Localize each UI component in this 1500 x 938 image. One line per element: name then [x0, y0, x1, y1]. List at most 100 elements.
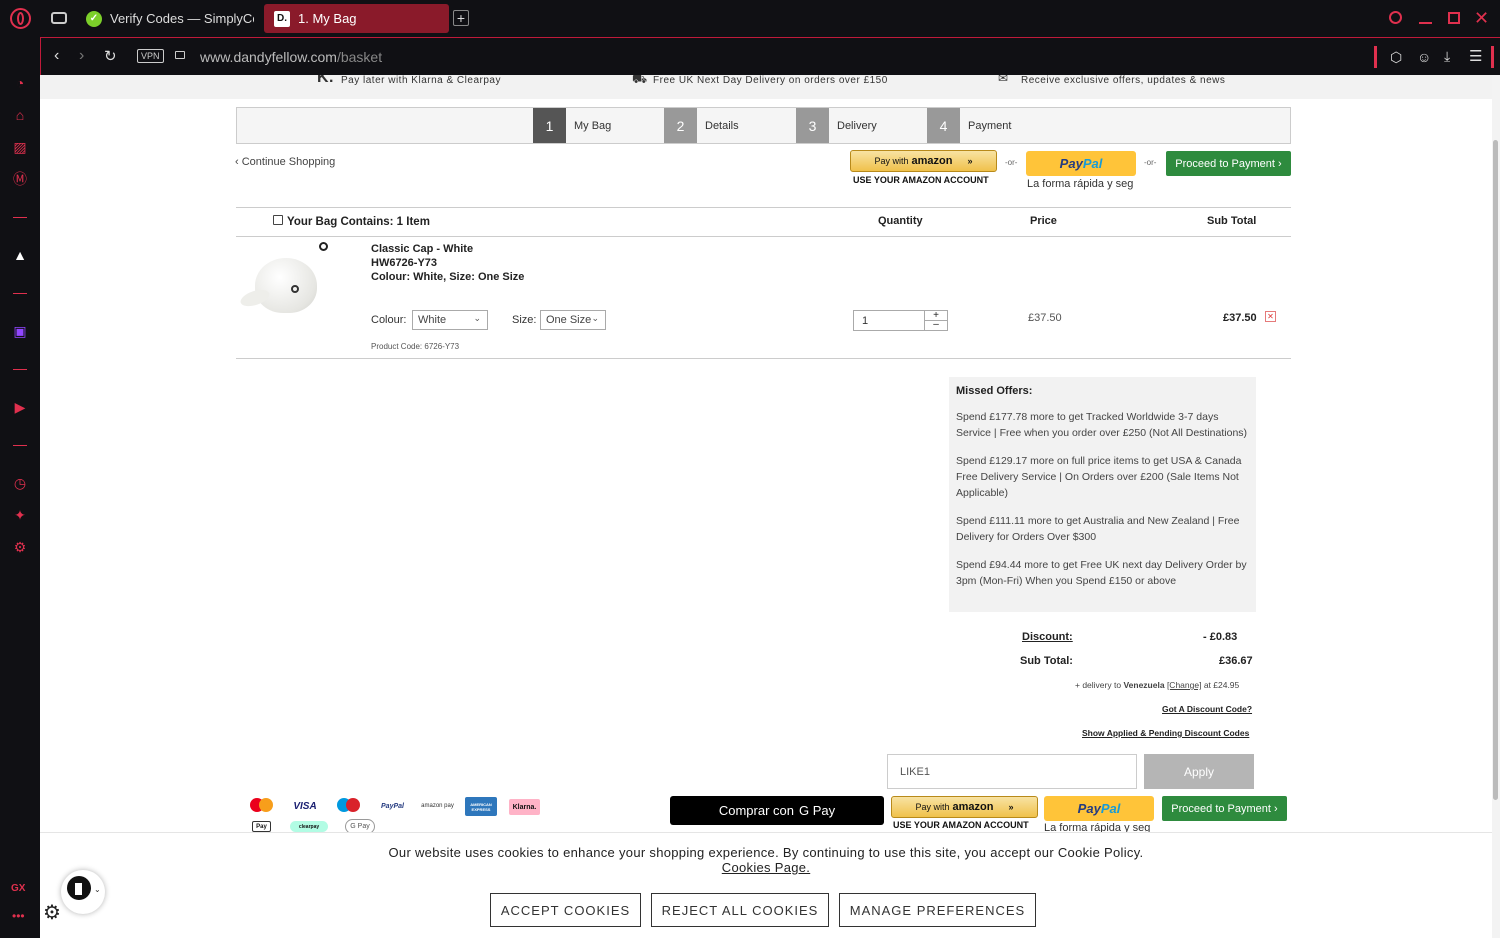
chevron-down-icon: ⌄ — [473, 313, 481, 323]
back-icon[interactable]: ‹ — [54, 47, 59, 65]
scrollbar-thumb[interactable] — [1493, 140, 1498, 800]
easy-setup-icon[interactable]: ☰ — [1469, 47, 1482, 65]
step-payment[interactable]: 4 Payment — [927, 108, 1011, 143]
step-label: Delivery — [837, 119, 877, 132]
got-discount-code-link[interactable]: Got A Discount Code? — [1162, 704, 1252, 714]
messenger-icon[interactable]: Ⓜ — [11, 170, 29, 188]
workspace-icon[interactable] — [51, 12, 67, 24]
google-pay-button[interactable]: Comprar con G Pay — [670, 796, 884, 825]
accent-divider — [1374, 46, 1377, 68]
discount-code-input[interactable] — [887, 754, 1137, 789]
show-discount-codes-link[interactable]: Show Applied & Pending Discount Codes — [1082, 728, 1249, 738]
promo-delivery: Free UK Next Day Delivery on orders over… — [653, 75, 888, 86]
download-icon[interactable]: ⤓ — [1444, 48, 1450, 65]
amazon-sub-label: USE YOUR AMAZON ACCOUNT — [893, 820, 1029, 830]
step-number: 2 — [664, 108, 697, 143]
aria-icon[interactable]: ▲ — [11, 246, 29, 264]
speed-dial-icon[interactable]: ◔ — [11, 74, 29, 92]
zoom-icon[interactable] — [319, 242, 328, 251]
product-image[interactable] — [238, 255, 330, 320]
step-number: 1 — [533, 108, 566, 143]
settings-icon[interactable]: ⚙ — [11, 538, 29, 556]
tab-verify-codes[interactable]: ✓ Verify Codes — SimplyCo — [76, 4, 254, 33]
proceed-to-payment-button-bottom[interactable]: Proceed to Payment › — [1162, 796, 1287, 821]
colour-select[interactable]: White ⌄ — [412, 310, 488, 330]
double-chevron-icon: » — [967, 156, 973, 166]
size-select[interactable]: One Size ⌄ — [540, 310, 606, 330]
apply-discount-button[interactable]: Apply — [1144, 754, 1254, 789]
remove-item-icon[interactable]: ✕ — [1265, 311, 1276, 322]
step-label: My Bag — [574, 119, 612, 132]
gpay-brand: G Pay — [799, 803, 836, 818]
gx-control-icon[interactable]: ⌂ — [11, 106, 29, 124]
amazon-pay-prefix: Pay with — [874, 156, 909, 166]
player-icon[interactable]: ▶ — [11, 398, 29, 416]
reload-icon[interactable]: ↻ — [104, 47, 117, 65]
extensions-sidebar-icon[interactable]: ✦ — [11, 506, 29, 524]
delivery-suffix: at £24.95 — [1203, 680, 1240, 690]
step-details[interactable]: 2 Details — [664, 108, 739, 143]
subtotal-label: Sub Total: — [1020, 655, 1073, 667]
item-name[interactable]: Classic Cap - White — [371, 243, 473, 255]
paypal-button-bottom[interactable]: Pay Pal — [1044, 796, 1154, 821]
maestro-icon — [335, 796, 362, 813]
discount-value: - £0.83 — [1203, 631, 1238, 643]
forward-icon[interactable]: › — [79, 47, 84, 65]
accessibility-widget[interactable]: ⌄ — [61, 870, 105, 914]
amazon-pay-button[interactable]: Pay with amazon » — [850, 150, 997, 172]
amazon-pay-button-bottom[interactable]: Pay with amazon » — [891, 796, 1038, 818]
history-icon[interactable]: ◷ — [11, 474, 29, 492]
search-tabs-icon[interactable] — [1389, 11, 1402, 24]
tab-my-bag[interactable]: D. 1. My Bag — [264, 4, 449, 33]
twitch-icon[interactable]: ▣ — [11, 322, 29, 340]
minimize-icon[interactable] — [1419, 22, 1432, 24]
paypal-sub-label: La forma rápida y seg — [1027, 178, 1134, 190]
more-icon[interactable]: ••• — [12, 909, 25, 923]
extensions-icon[interactable]: ⬡ — [1390, 49, 1402, 66]
chevron-down-icon: ⌄ — [94, 885, 101, 894]
missed-offers-panel: Missed Offers: Spend £177.78 more to get… — [949, 377, 1256, 612]
cookies-page-link[interactable]: Cookies Page. — [722, 860, 810, 875]
amex-icon: AMERICAN EXPRESS — [465, 797, 497, 816]
url-host: www.dandyfellow.com — [200, 49, 337, 65]
manage-preferences-button[interactable]: MANAGE PREFERENCES — [839, 893, 1036, 927]
opera-logo-icon[interactable] — [10, 8, 31, 29]
close-window-icon[interactable]: ✕ — [1474, 9, 1489, 27]
profile-icon[interactable]: ☺ — [1417, 49, 1431, 65]
paypal-pay: Pay — [1077, 801, 1101, 816]
item-details: Colour: White, Size: One Size — [371, 271, 525, 283]
or-separator: -or- — [1144, 158, 1157, 167]
restore-icon[interactable] — [1448, 12, 1460, 24]
lock-icon[interactable] — [175, 51, 185, 59]
continue-shopping-link[interactable]: ‹ Continue Shopping — [235, 156, 335, 168]
divider — [236, 358, 1291, 359]
reject-cookies-button[interactable]: REJECT ALL COOKIES — [651, 893, 829, 927]
step-my-bag[interactable]: 1 My Bag — [533, 108, 611, 143]
dandyfellow-favicon-icon: D. — [274, 10, 290, 27]
paypal-button[interactable]: Pay Pal — [1026, 151, 1136, 176]
subtotal-heading: Sub Total — [1207, 215, 1257, 227]
checkout-steps: 1 My Bag 2 Details 3 Delivery 4 Payment — [236, 107, 1291, 144]
change-delivery-link[interactable]: [Change] — [1167, 680, 1202, 690]
quantity-input[interactable] — [853, 310, 925, 331]
accept-cookies-button[interactable]: ACCEPT COOKIES — [490, 893, 641, 927]
klarna-logo: K. — [317, 75, 334, 86]
gx-corner-icon[interactable]: ▨ — [11, 138, 29, 156]
url-field[interactable]: www.dandyfellow.com/basket — [200, 49, 382, 65]
vpn-badge[interactable]: VPN — [137, 49, 164, 63]
new-tab-button[interactable]: + — [453, 10, 469, 26]
mastercard-icon — [248, 796, 275, 813]
cookie-settings-gear-icon[interactable]: ⚙ — [43, 903, 61, 923]
browser-sidebar: ◔ ⌂ ▨ Ⓜ ▲ ▣ ▶ ◷ ✦ ⚙ GX ••• — [0, 37, 40, 938]
proceed-to-payment-button[interactable]: Proceed to Payment › — [1166, 151, 1291, 176]
cookie-banner: Our website uses cookies to enhance your… — [40, 832, 1492, 938]
step-label: Payment — [968, 119, 1012, 132]
clearpay-icon: clearpay — [290, 821, 328, 832]
widget-logo-mark — [75, 883, 82, 895]
envelope-icon: ✉ — [998, 75, 1009, 85]
item-sku: HW6726-Y73 — [371, 257, 438, 269]
step-delivery[interactable]: 3 Delivery — [796, 108, 877, 143]
decrement-button[interactable]: – — [925, 320, 947, 330]
product-code: Product Code: 6726-Y73 — [371, 342, 460, 351]
promo-klarna: Pay later with Klarna & Clearpay — [341, 75, 501, 86]
